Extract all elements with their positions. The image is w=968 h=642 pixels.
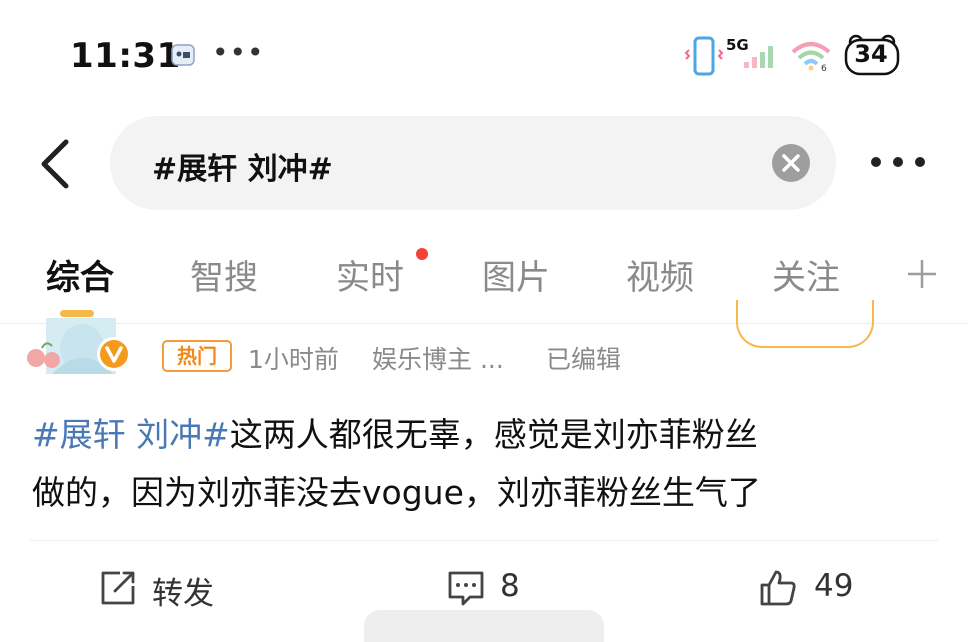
back-arrow-icon[interactable] bbox=[30, 136, 80, 192]
search-query: #展轩 刘冲# bbox=[152, 152, 333, 187]
wifi-icon: 6 bbox=[791, 42, 831, 72]
tab-comprehensive[interactable]: 综合 bbox=[46, 250, 114, 299]
active-tab-indicator bbox=[60, 310, 94, 317]
comment-count: 8 bbox=[500, 568, 520, 604]
post-hashtag-link[interactable]: #展轩 刘冲# bbox=[32, 415, 230, 454]
post-text-line1: 这两人都很无辜，感觉是刘亦菲粉丝 bbox=[229, 415, 758, 454]
app-notification-icon bbox=[171, 44, 195, 66]
post-edited: 已编辑 bbox=[546, 345, 622, 374]
realtime-red-dot bbox=[416, 248, 428, 260]
like-button[interactable]: 49 bbox=[758, 560, 878, 616]
hot-badge: 热门 bbox=[162, 340, 232, 372]
battery-level: 34 bbox=[854, 40, 888, 68]
post-text-line2: 做的，因为刘亦菲没去vogue，刘亦菲粉丝生气了 bbox=[32, 473, 761, 512]
follow-button[interactable] bbox=[736, 300, 874, 348]
search-input[interactable]: #展轩 刘冲# bbox=[110, 116, 836, 210]
tab-images[interactable]: 图片 bbox=[482, 250, 550, 299]
status-more-dots: ••• bbox=[212, 36, 265, 69]
bottom-bar bbox=[364, 610, 604, 642]
thumbs-up-icon bbox=[760, 570, 796, 606]
like-count: 49 bbox=[814, 568, 854, 604]
tab-following[interactable]: 关注 bbox=[772, 250, 840, 299]
comment-icon bbox=[448, 571, 484, 606]
phone-vibrate-icon bbox=[684, 36, 724, 76]
signal-icon bbox=[744, 46, 773, 68]
post-time: 1小时前 bbox=[248, 345, 339, 374]
more-options-icon[interactable] bbox=[866, 150, 930, 174]
clear-icon[interactable] bbox=[772, 144, 810, 182]
comment-button[interactable]: 8 bbox=[446, 560, 546, 616]
tab-videos[interactable]: 视频 bbox=[626, 250, 694, 299]
post-source: 娱乐博主 ... bbox=[372, 345, 504, 374]
divider bbox=[30, 540, 938, 541]
add-tab-icon[interactable] bbox=[904, 256, 940, 292]
verified-badge-icon bbox=[97, 337, 131, 371]
tab-realtime[interactable]: 实时 bbox=[336, 250, 404, 299]
repost-icon bbox=[101, 571, 135, 605]
tab-smart-search[interactable]: 智搜 bbox=[190, 250, 258, 299]
repost-button[interactable]: 转发 bbox=[98, 560, 238, 616]
post-content: #展轩 刘冲#这两人都很无辜，感觉是刘亦菲粉丝 做的，因为刘亦菲没去vogue，… bbox=[32, 406, 932, 522]
repost-label: 转发 bbox=[152, 576, 214, 612]
svg-text:6: 6 bbox=[821, 64, 827, 72]
status-time: 11:31 bbox=[70, 36, 181, 76]
status-bar: 11:31 ••• 5G 6 34 bbox=[0, 0, 968, 110]
